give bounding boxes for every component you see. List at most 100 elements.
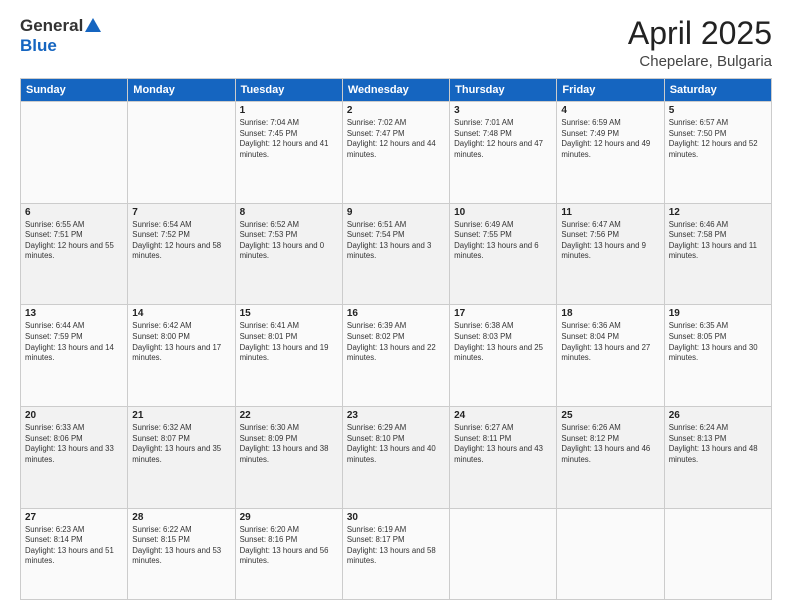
- table-row: 23 Sunrise: 6:29 AM Sunset: 8:10 PM Dayli…: [342, 407, 449, 509]
- day-detail: Sunrise: 7:02 AM Sunset: 7:47 PM Dayligh…: [347, 118, 445, 160]
- day-number: 4: [561, 105, 659, 116]
- logo-general-text: General: [20, 16, 83, 36]
- logo-blue-text: Blue: [20, 36, 57, 56]
- logo-triangle-icon: [85, 18, 101, 32]
- day-number: 7: [132, 207, 230, 218]
- day-detail: Sunrise: 6:42 AM Sunset: 8:00 PM Dayligh…: [132, 321, 230, 363]
- day-number: 19: [669, 308, 767, 319]
- table-row: 30 Sunrise: 6:19 AM Sunset: 8:17 PM Dayli…: [342, 508, 449, 599]
- day-detail: Sunrise: 6:36 AM Sunset: 8:04 PM Dayligh…: [561, 321, 659, 363]
- table-row: 8 Sunrise: 6:52 AM Sunset: 7:53 PM Daylig…: [235, 203, 342, 305]
- table-row: 6 Sunrise: 6:55 AM Sunset: 7:51 PM Daylig…: [21, 203, 128, 305]
- day-number: 8: [240, 207, 338, 218]
- day-number: 5: [669, 105, 767, 116]
- table-row: 27Sunrise: 6:23 AM Sunset: 8:14 PM Dayli…: [21, 508, 128, 599]
- day-detail: Sunrise: 6:47 AM Sunset: 7:56 PM Dayligh…: [561, 220, 659, 262]
- table-row: [557, 508, 664, 599]
- table-row: 28Sunrise: 6:22 AM Sunset: 8:15 PM Dayli…: [128, 508, 235, 599]
- day-detail: Sunrise: 6:30 AM Sunset: 8:09 PM Dayligh…: [240, 423, 338, 465]
- day-number: 20: [25, 410, 123, 421]
- day-number: 22: [240, 410, 338, 421]
- day-number: 24: [454, 410, 552, 421]
- day-detail: Sunrise: 7:01 AM Sunset: 7:48 PM Dayligh…: [454, 118, 552, 160]
- table-row: 7 Sunrise: 6:54 AM Sunset: 7:52 PM Daylig…: [128, 203, 235, 305]
- day-detail: Sunrise: 6:26 AM Sunset: 8:12 PM Dayligh…: [561, 423, 659, 465]
- day-detail: Sunrise: 6:35 AM Sunset: 8:05 PM Dayligh…: [669, 321, 767, 363]
- day-detail: Sunrise: 6:22 AM Sunset: 8:15 PM Dayligh…: [132, 525, 230, 567]
- table-row: [450, 508, 557, 599]
- day-number: 6: [25, 207, 123, 218]
- table-row: 5 Sunrise: 6:57 AM Sunset: 7:50 PM Daylig…: [664, 102, 771, 204]
- day-number: 2: [347, 105, 445, 116]
- day-number: 13: [25, 308, 123, 319]
- day-number: 9: [347, 207, 445, 218]
- day-number: 16: [347, 308, 445, 319]
- table-row: 22 Sunrise: 6:30 AM Sunset: 8:09 PM Dayli…: [235, 407, 342, 509]
- table-row: 20 Sunrise: 6:33 AM Sunset: 8:06 PM Dayli…: [21, 407, 128, 509]
- day-detail: Sunrise: 6:54 AM Sunset: 7:52 PM Dayligh…: [132, 220, 230, 262]
- day-number: 23: [347, 410, 445, 421]
- col-sunday: Sunday: [21, 79, 128, 102]
- col-saturday: Saturday: [664, 79, 771, 102]
- page: General Blue April 2025 Chepelare, Bulga…: [0, 0, 792, 612]
- day-number: 12: [669, 207, 767, 218]
- day-detail: Sunrise: 7:04 AM Sunset: 7:45 PM Dayligh…: [240, 118, 338, 160]
- day-detail: Sunrise: 6:52 AM Sunset: 7:53 PM Dayligh…: [240, 220, 338, 262]
- day-number: 26: [669, 410, 767, 421]
- day-number: 10: [454, 207, 552, 218]
- table-row: 29 Sunrise: 6:20 AM Sunset: 8:16 PM Dayli…: [235, 508, 342, 599]
- table-row: 11 Sunrise: 6:47 AM Sunset: 7:56 PM Dayli…: [557, 203, 664, 305]
- table-row: 15Sunrise: 6:41 AM Sunset: 8:01 PM Dayli…: [235, 305, 342, 407]
- table-row: 25Sunrise: 6:26 AM Sunset: 8:12 PM Dayli…: [557, 407, 664, 509]
- table-row: 3Sunrise: 7:01 AM Sunset: 7:48 PM Daylig…: [450, 102, 557, 204]
- table-row: 19 Sunrise: 6:35 AM Sunset: 8:05 PM Dayli…: [664, 305, 771, 407]
- day-detail: Sunrise: 6:57 AM Sunset: 7:50 PM Dayligh…: [669, 118, 767, 160]
- day-detail: Sunrise: 6:55 AM Sunset: 7:51 PM Dayligh…: [25, 220, 123, 262]
- day-number: 11: [561, 207, 659, 218]
- day-detail: Sunrise: 6:29 AM Sunset: 8:10 PM Dayligh…: [347, 423, 445, 465]
- table-row: 16 Sunrise: 6:39 AM Sunset: 8:02 PM Dayli…: [342, 305, 449, 407]
- table-row: 2 Sunrise: 7:02 AM Sunset: 7:47 PM Daylig…: [342, 102, 449, 204]
- day-number: 18: [561, 308, 659, 319]
- table-row: [21, 102, 128, 204]
- day-detail: Sunrise: 6:59 AM Sunset: 7:49 PM Dayligh…: [561, 118, 659, 160]
- table-row: 17 Sunrise: 6:38 AM Sunset: 8:03 PM Dayli…: [450, 305, 557, 407]
- day-detail: Sunrise: 6:19 AM Sunset: 8:17 PM Dayligh…: [347, 525, 445, 567]
- table-row: [128, 102, 235, 204]
- day-detail: Sunrise: 6:41 AM Sunset: 8:01 PM Dayligh…: [240, 321, 338, 363]
- main-title: April 2025: [628, 16, 772, 51]
- col-friday: Friday: [557, 79, 664, 102]
- day-number: 30: [347, 512, 445, 523]
- table-row: 26 Sunrise: 6:24 AM Sunset: 8:13 PM Dayli…: [664, 407, 771, 509]
- day-detail: Sunrise: 6:46 AM Sunset: 7:58 PM Dayligh…: [669, 220, 767, 262]
- day-number: 27: [25, 512, 123, 523]
- day-number: 21: [132, 410, 230, 421]
- header: General Blue April 2025 Chepelare, Bulga…: [20, 16, 772, 70]
- table-row: 12 Sunrise: 6:46 AM Sunset: 7:58 PM Dayli…: [664, 203, 771, 305]
- col-wednesday: Wednesday: [342, 79, 449, 102]
- day-detail: Sunrise: 6:20 AM Sunset: 8:16 PM Dayligh…: [240, 525, 338, 567]
- calendar-table: Sunday Monday Tuesday Wednesday Thursday…: [20, 78, 772, 600]
- table-row: 4 Sunrise: 6:59 AM Sunset: 7:49 PM Daylig…: [557, 102, 664, 204]
- day-detail: Sunrise: 6:24 AM Sunset: 8:13 PM Dayligh…: [669, 423, 767, 465]
- logo: General Blue: [20, 16, 101, 56]
- day-number: 14: [132, 308, 230, 319]
- day-detail: Sunrise: 6:39 AM Sunset: 8:02 PM Dayligh…: [347, 321, 445, 363]
- day-number: 17: [454, 308, 552, 319]
- day-detail: Sunrise: 6:38 AM Sunset: 8:03 PM Dayligh…: [454, 321, 552, 363]
- subtitle: Chepelare, Bulgaria: [628, 53, 772, 70]
- col-thursday: Thursday: [450, 79, 557, 102]
- day-number: 29: [240, 512, 338, 523]
- table-row: 14 Sunrise: 6:42 AM Sunset: 8:00 PM Dayli…: [128, 305, 235, 407]
- day-detail: Sunrise: 6:33 AM Sunset: 8:06 PM Dayligh…: [25, 423, 123, 465]
- day-detail: Sunrise: 6:49 AM Sunset: 7:55 PM Dayligh…: [454, 220, 552, 262]
- col-tuesday: Tuesday: [235, 79, 342, 102]
- day-number: 1: [240, 105, 338, 116]
- calendar-header-row: Sunday Monday Tuesday Wednesday Thursday…: [21, 79, 772, 102]
- day-detail: Sunrise: 6:32 AM Sunset: 8:07 PM Dayligh…: [132, 423, 230, 465]
- day-detail: Sunrise: 6:51 AM Sunset: 7:54 PM Dayligh…: [347, 220, 445, 262]
- table-row: [664, 508, 771, 599]
- day-detail: Sunrise: 6:27 AM Sunset: 8:11 PM Dayligh…: [454, 423, 552, 465]
- day-detail: Sunrise: 6:44 AM Sunset: 7:59 PM Dayligh…: [25, 321, 123, 363]
- table-row: 1 Sunrise: 7:04 AM Sunset: 7:45 PM Daylig…: [235, 102, 342, 204]
